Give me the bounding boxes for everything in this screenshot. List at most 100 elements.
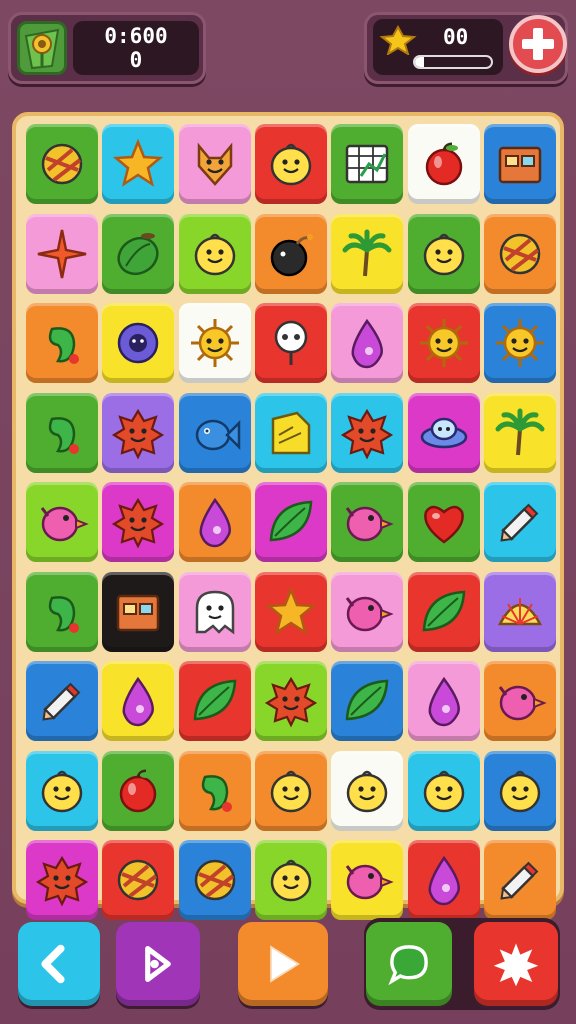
tile-r6-c7[interactable] (484, 572, 556, 652)
tile-r4-c6[interactable] (408, 393, 480, 473)
apple-icon (425, 142, 463, 186)
tile-r9-c5[interactable] (331, 840, 403, 920)
tile-r5-c2[interactable] (102, 482, 174, 562)
flower-icon (117, 322, 159, 364)
tile-r2-c2[interactable] (102, 214, 174, 294)
tile-r8-c1[interactable] (26, 751, 98, 831)
tile-r1-c4[interactable] (255, 124, 327, 204)
smiling-blob-icon (270, 770, 312, 813)
tile-r5-c1[interactable] (26, 482, 98, 562)
gold-star-gem-icon (379, 25, 417, 55)
tile-r7-c3[interactable] (179, 661, 251, 741)
score-text: 0 (129, 48, 143, 72)
tile-r7-c2[interactable] (102, 661, 174, 741)
tile-r4-c2[interactable] (102, 393, 174, 473)
tile-r3-c2[interactable] (102, 303, 174, 383)
pepper-icon (48, 327, 79, 364)
ufo-icon (420, 417, 468, 449)
add-coins-button[interactable] (509, 15, 567, 73)
tile-r3-c6[interactable] (408, 303, 480, 383)
smiling-blob-icon (499, 770, 541, 813)
tile-r2-c7[interactable] (484, 214, 556, 294)
spiky-blob-icon (111, 408, 165, 460)
tile-r8-c3[interactable] (179, 751, 251, 831)
tile-r3-c4[interactable] (255, 303, 327, 383)
bird-icon (498, 685, 547, 721)
tile-r8-c2[interactable] (102, 751, 174, 831)
tile-r2-c6[interactable] (408, 214, 480, 294)
tile-r8-c5[interactable] (331, 751, 403, 831)
tile-r7-c4[interactable] (255, 661, 327, 741)
tile-r5-c5[interactable] (331, 482, 403, 562)
tile-r1-c1[interactable] (26, 124, 98, 204)
tile-r4-c3[interactable] (179, 393, 251, 473)
tile-r6-c3[interactable] (179, 572, 251, 652)
tile-r7-c6[interactable] (408, 661, 480, 741)
game-board (26, 124, 556, 920)
tile-r1-c6[interactable] (408, 124, 480, 204)
tile-r2-c1[interactable] (26, 214, 98, 294)
tile-r8-c4[interactable] (255, 751, 327, 831)
share-button[interactable] (116, 922, 200, 1006)
tile-r4-c5[interactable] (331, 393, 403, 473)
star-icon (265, 586, 317, 635)
tile-r9-c2[interactable] (102, 840, 174, 920)
timer-text: 0:600 (104, 24, 168, 48)
tile-r6-c1[interactable] (26, 572, 98, 652)
play-button[interactable] (238, 922, 328, 1006)
tile-r8-c7[interactable] (484, 751, 556, 831)
tile-r1-c3[interactable] (179, 124, 251, 204)
striped-ball-icon (499, 233, 541, 275)
heart-icon (424, 505, 464, 544)
tile-r9-c3[interactable] (179, 840, 251, 920)
tile-r5-c4[interactable] (255, 482, 327, 562)
chat-button[interactable] (366, 922, 452, 1006)
tile-r6-c6[interactable] (408, 572, 480, 652)
bird-icon (40, 506, 89, 542)
grid-chart-icon (345, 144, 389, 184)
striped-ball-icon (117, 859, 159, 901)
tile-r2-c3[interactable] (179, 214, 251, 294)
tile-r9-c4[interactable] (255, 840, 327, 920)
tile-r2-c4[interactable] (255, 214, 327, 294)
tile-r5-c7[interactable] (484, 482, 556, 562)
tile-r6-c4[interactable] (255, 572, 327, 652)
tile-r2-c5[interactable] (331, 214, 403, 294)
pencil-icon (500, 503, 539, 542)
watermelon-icon (117, 233, 159, 276)
tile-r7-c7[interactable] (484, 661, 556, 741)
drop-icon (199, 497, 231, 548)
tile-r4-c4[interactable] (255, 393, 327, 473)
palm-tree-icon (342, 229, 392, 277)
tile-r9-c7[interactable] (484, 840, 556, 920)
smiling-blob-icon (346, 770, 388, 813)
tile-r4-c1[interactable] (26, 393, 98, 473)
coin-progress-fill (415, 57, 425, 67)
back-button[interactable] (18, 922, 100, 1006)
tile-r3-c1[interactable] (26, 303, 98, 383)
tile-r5-c3[interactable] (179, 482, 251, 562)
tile-r1-c7[interactable] (484, 124, 556, 204)
tile-r3-c7[interactable] (484, 303, 556, 383)
tile-r5-c6[interactable] (408, 482, 480, 562)
shell-icon (497, 598, 543, 626)
smiling-blob-icon (41, 770, 83, 813)
bird-icon (345, 506, 394, 542)
player-avatar[interactable] (17, 21, 67, 75)
tile-r6-c5[interactable] (331, 572, 403, 652)
tile-r9-c1[interactable] (26, 840, 98, 920)
tile-r3-c3[interactable] (179, 303, 251, 383)
tile-r7-c1[interactable] (26, 661, 98, 741)
tile-r8-c6[interactable] (408, 751, 480, 831)
tile-r4-c7[interactable] (484, 393, 556, 473)
burst-button[interactable] (474, 922, 558, 1006)
tile-r1-c5[interactable] (331, 124, 403, 204)
tile-r1-c2[interactable] (102, 124, 174, 204)
tile-r7-c5[interactable] (331, 661, 403, 741)
fox-face-icon (197, 142, 233, 186)
tile-r3-c5[interactable] (331, 303, 403, 383)
chat-bubble-icon (388, 945, 428, 986)
tile-r9-c6[interactable] (408, 840, 480, 920)
tile-r6-c2[interactable] (102, 572, 174, 652)
smiling-blob-icon (270, 859, 312, 902)
